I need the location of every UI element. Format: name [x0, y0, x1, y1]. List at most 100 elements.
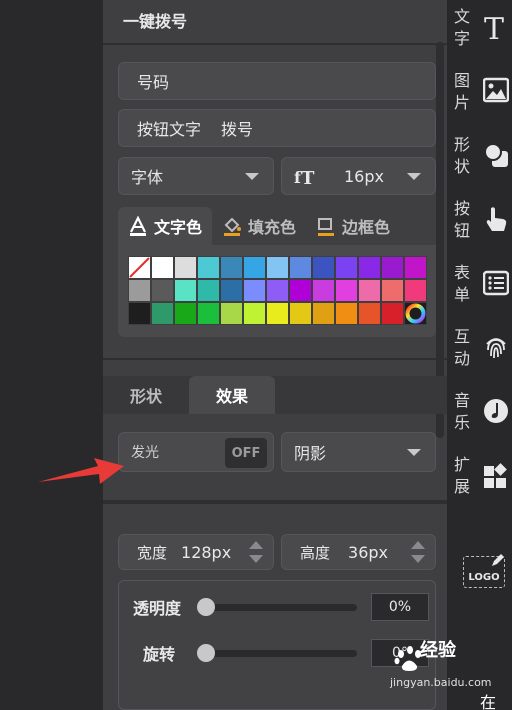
tab-fill-color[interactable]: 填充色	[212, 207, 306, 245]
opacity-track[interactable]	[199, 604, 357, 611]
color-swatch[interactable]	[128, 302, 151, 325]
sidebar-item-label: 互动	[454, 327, 471, 368]
color-swatch[interactable]	[266, 302, 289, 325]
opacity-slider-handle[interactable]	[197, 598, 215, 616]
swatch-none[interactable]	[128, 256, 151, 279]
color-swatch[interactable]	[381, 256, 404, 279]
glow-toggle[interactable]: OFF	[225, 438, 267, 468]
watermark-url: jingyan.baidu.com	[390, 676, 492, 689]
stepper-arrows-icon[interactable]	[411, 541, 425, 563]
font-size-select[interactable]: fT 16px	[281, 157, 436, 195]
sidebar-item-button[interactable]: 按钮	[447, 192, 512, 254]
color-swatch[interactable]	[220, 279, 243, 302]
color-swatch[interactable]	[266, 256, 289, 279]
shapes-icon	[483, 140, 509, 170]
section-title: 一键拨号	[123, 12, 188, 31]
color-swatch[interactable]	[289, 302, 312, 325]
color-swatch[interactable]	[266, 279, 289, 302]
sidebar-item-label: 扩展	[454, 455, 471, 496]
button-text-value: 拨号	[221, 120, 254, 139]
sidebar-item-label: 文字	[454, 7, 471, 48]
color-swatch[interactable]	[174, 256, 197, 279]
style-tabs: 形状 效果	[103, 376, 447, 414]
sidebar-item-label: 按钮	[454, 199, 471, 240]
sidebar-item-music[interactable]: 音乐	[447, 384, 512, 446]
sidebar-item-label: 图片	[454, 71, 471, 112]
tab-text-color[interactable]: 文字色	[118, 207, 213, 245]
color-swatch[interactable]	[243, 302, 266, 325]
tab-text-color-label: 文字色	[154, 218, 203, 237]
watermark-text: 经验	[420, 640, 456, 661]
stepper-arrows-icon[interactable]	[249, 541, 263, 563]
rotation-track[interactable]	[199, 650, 357, 657]
glow-control: 发光 OFF	[118, 432, 274, 472]
border-color-icon	[316, 216, 336, 236]
font-family-value: 字体	[131, 168, 164, 187]
color-swatch[interactable]	[335, 302, 358, 325]
sidebar-item-label: 形状	[454, 135, 471, 176]
color-swatch[interactable]	[220, 256, 243, 279]
phone-number-input[interactable]: 号码	[118, 62, 436, 100]
color-wheel-icon[interactable]	[404, 302, 427, 325]
fill-bucket-icon	[222, 216, 242, 236]
chevron-down-icon	[245, 173, 259, 180]
sidebar-item-extension[interactable]: 扩展	[447, 448, 512, 510]
color-swatch[interactable]	[197, 256, 220, 279]
opacity-value[interactable]: 0%	[371, 593, 429, 621]
pencil-icon	[490, 552, 506, 568]
red-arrow-annotation	[38, 458, 124, 484]
color-swatch[interactable]	[220, 302, 243, 325]
color-swatch[interactable]	[128, 279, 151, 302]
color-swatch[interactable]	[243, 256, 266, 279]
sidebar-item-form[interactable]: 表单	[447, 256, 512, 318]
chevron-down-icon	[407, 173, 421, 180]
tab-border-color[interactable]: 边框色	[306, 207, 400, 245]
sidebar-item-text[interactable]: 文字 T	[447, 0, 512, 62]
color-tabs: 文字色 填充色 边框色	[118, 207, 436, 245]
color-swatch[interactable]	[312, 302, 335, 325]
fingerprint-icon	[483, 332, 509, 362]
tab-shape[interactable]: 形状	[103, 376, 189, 414]
chevron-down-icon	[407, 449, 421, 456]
color-swatch[interactable]	[197, 302, 220, 325]
opacity-label: 透明度	[133, 599, 182, 618]
button-text-input[interactable]: 按钮文字 拨号	[118, 109, 436, 147]
color-swatch[interactable]	[404, 279, 427, 302]
tab-border-color-label: 边框色	[342, 218, 391, 237]
color-swatch[interactable]	[174, 302, 197, 325]
divider	[103, 358, 447, 360]
color-swatch[interactable]	[381, 302, 404, 325]
color-swatch[interactable]	[381, 279, 404, 302]
color-swatch[interactable]	[312, 279, 335, 302]
extension-grid-icon	[483, 460, 509, 490]
color-swatch[interactable]	[174, 279, 197, 302]
color-swatch[interactable]	[358, 279, 381, 302]
color-swatch[interactable]	[151, 302, 174, 325]
color-swatch[interactable]	[335, 256, 358, 279]
rotation-slider-handle[interactable]	[197, 644, 215, 662]
color-swatch[interactable]	[243, 279, 266, 302]
color-swatch[interactable]	[289, 256, 312, 279]
color-swatch[interactable]	[312, 256, 335, 279]
tab-fill-color-label: 填充色	[248, 218, 297, 237]
sidebar-item-interaction[interactable]: 互动	[447, 320, 512, 382]
color-swatch[interactable]	[151, 279, 174, 302]
color-swatch[interactable]	[404, 256, 427, 279]
sidebar-item-shape[interactable]: 形状	[447, 128, 512, 190]
button-text-label: 按钮文字	[137, 120, 202, 139]
height-stepper[interactable]: 高度 36px	[281, 534, 436, 570]
color-swatch[interactable]	[335, 279, 358, 302]
color-swatch[interactable]	[358, 302, 381, 325]
text-color-icon	[128, 215, 148, 236]
image-icon	[482, 76, 510, 106]
sidebar-item-image[interactable]: 图片	[447, 64, 512, 126]
color-swatch[interactable]	[358, 256, 381, 279]
width-stepper[interactable]: 宽度 128px	[118, 534, 274, 570]
color-swatch[interactable]	[289, 279, 312, 302]
font-family-select[interactable]: 字体	[118, 157, 274, 195]
shadow-select[interactable]: 阴影	[281, 432, 436, 472]
tab-effect[interactable]: 效果	[189, 376, 275, 414]
color-swatch[interactable]	[197, 279, 220, 302]
transform-box: 透明度 0% 旋转 0°	[118, 580, 436, 710]
color-swatch[interactable]	[151, 256, 174, 279]
